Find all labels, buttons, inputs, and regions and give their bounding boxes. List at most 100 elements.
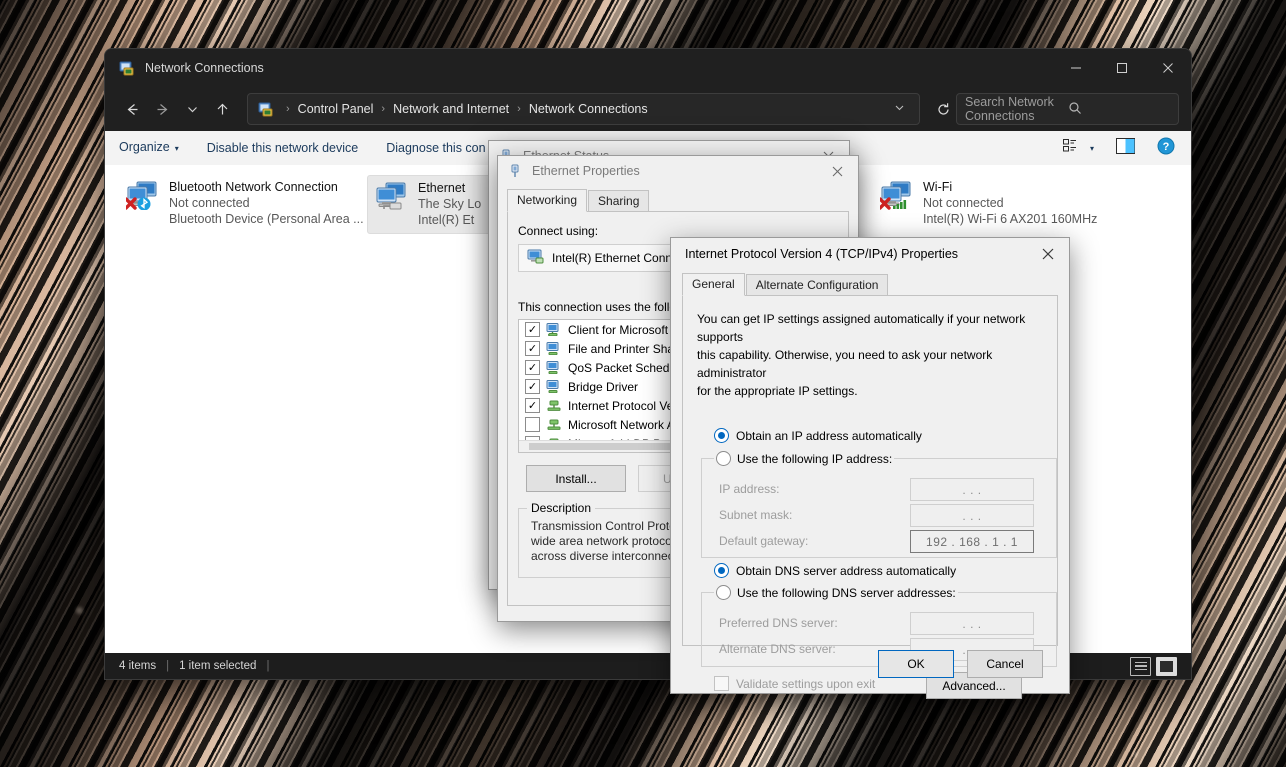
breadcrumb-chevron-down-icon[interactable] (886, 102, 913, 116)
connection-device: Intel(R) Wi-Fi 6 AX201 160MHz (923, 211, 1097, 227)
breadcrumb-item-network-connections[interactable]: Network Connections (527, 102, 650, 116)
subnet-mask-input[interactable]: . . . (910, 504, 1034, 527)
default-gateway-label: Default gateway: (719, 534, 808, 548)
ethernet-properties-title: Ethernet Properties (532, 164, 640, 178)
back-arrow-icon[interactable] (117, 94, 147, 124)
window-titlebar[interactable]: Network Connections (105, 49, 1191, 87)
close-icon[interactable] (816, 156, 858, 186)
connect-using-label: Connect using: (518, 224, 598, 238)
search-icon[interactable] (1068, 101, 1171, 118)
connection-status: Not connected (169, 195, 364, 211)
description-title: Description (527, 501, 595, 515)
network-computers-icon (880, 180, 914, 210)
network-computers-icon (375, 181, 409, 211)
refresh-icon[interactable] (930, 96, 956, 122)
radio-button[interactable] (714, 428, 729, 443)
ip-address-input[interactable]: . . . (910, 478, 1034, 501)
install-button[interactable]: Install... (526, 465, 626, 492)
radio-button[interactable] (716, 451, 731, 466)
cancel-button[interactable]: Cancel (967, 650, 1043, 678)
recent-locations-chevron-down-icon[interactable] (177, 94, 207, 124)
help-icon[interactable]: ? (1157, 137, 1175, 160)
checkbox[interactable]: ✓ (525, 341, 540, 356)
manual-ip-group: Use the following IP address: IP address… (701, 458, 1057, 558)
svg-text:?: ? (1163, 141, 1170, 153)
intro-line: for the appropriate IP settings. (697, 382, 1055, 400)
ethernet-properties-titlebar[interactable]: Ethernet Properties (498, 156, 858, 186)
tab-general[interactable]: General (682, 273, 745, 296)
details-view-icon[interactable] (1130, 657, 1151, 676)
maximize-icon[interactable] (1099, 49, 1145, 87)
disable-network-device-button[interactable]: Disable this network device (193, 131, 372, 165)
preferred-dns-input[interactable]: . . . (910, 612, 1034, 635)
ethernet-properties-tabs[interactable]: Networking Sharing (498, 190, 858, 211)
tab-sharing[interactable]: Sharing (588, 190, 649, 211)
network-computers-icon (126, 180, 160, 210)
view-layout-icon[interactable] (1063, 138, 1080, 158)
organize-label: Organize (119, 140, 170, 154)
wallpaper-speck (1133, 752, 1138, 757)
protocol-icon (546, 418, 562, 431)
default-gateway-input[interactable]: 192 . 168 . 1 . 1 (910, 530, 1034, 553)
checkbox[interactable]: ✓ (525, 379, 540, 394)
command-bar-right: ▾ ? (1063, 137, 1177, 160)
view-chevron-down-icon[interactable]: ▾ (1090, 144, 1094, 153)
checkbox[interactable]: ✓ (525, 398, 540, 413)
breadcrumb-item-network-and-internet[interactable]: Network and Internet (391, 102, 511, 116)
radio-button[interactable] (714, 563, 729, 578)
list-item-text: Wi-Fi Not connected Intel(R) Wi-Fi 6 AX2… (923, 180, 1097, 227)
close-icon[interactable] (1145, 49, 1191, 87)
service-icon (546, 361, 562, 374)
radio-button[interactable] (716, 585, 731, 600)
search-input[interactable]: Search Network Connections (956, 93, 1179, 125)
checkbox[interactable] (525, 417, 540, 432)
window-title: Network Connections (145, 61, 264, 75)
checkbox[interactable]: ✓ (525, 322, 540, 337)
diagnose-connection-button[interactable]: Diagnose this con (372, 131, 499, 165)
obtain-dns-automatically-label: Obtain DNS server address automatically (736, 564, 956, 578)
connection-name: Wi-Fi (923, 180, 1097, 195)
close-icon[interactable] (1027, 239, 1069, 269)
obtain-ip-automatically-label: Obtain an IP address automatically (736, 429, 922, 443)
breadcrumb[interactable]: › Control Panel › Network and Internet ›… (247, 93, 920, 125)
view-toggle-group[interactable] (1130, 657, 1177, 676)
tab-alternate-configuration[interactable]: Alternate Configuration (746, 274, 889, 295)
list-item-text: Bluetooth Network Connection Not connect… (169, 180, 364, 227)
breadcrumb-separator: › (280, 103, 296, 115)
up-arrow-icon[interactable] (207, 94, 237, 124)
obtain-ip-automatically-radio[interactable]: Obtain an IP address automatically (714, 428, 922, 443)
large-icons-view-icon[interactable] (1156, 657, 1177, 676)
use-following-ip-radio[interactable]: Use the following IP address: (714, 451, 894, 466)
tab-networking[interactable]: Networking (507, 189, 587, 212)
protocols-list-label: This connection uses the followin (518, 300, 694, 314)
ipv4-dialog-footer: OK Cancel (671, 635, 1069, 693)
ipv4-properties-dialog[interactable]: Internet Protocol Version 4 (TCP/IPv4) P… (670, 237, 1070, 694)
network-adapter-icon (527, 249, 544, 267)
search-placeholder: Search Network Connections (965, 95, 1068, 123)
intro-line: this capability. Otherwise, you need to … (697, 346, 1055, 382)
ethernet-icon (507, 163, 523, 179)
ok-button[interactable]: OK (878, 650, 954, 678)
organize-button[interactable]: Organize▾ (119, 130, 193, 166)
list-item[interactable]: Bluetooth Network Connection Not connect… (119, 175, 393, 232)
intro-line: You can get IP settings assigned automat… (697, 310, 1055, 346)
ipv4-tabs[interactable]: General Alternate Configuration (671, 274, 1069, 295)
list-item[interactable]: Wi-Fi Not connected Intel(R) Wi-Fi 6 AX2… (873, 175, 1167, 232)
ipv4-titlebar[interactable]: Internet Protocol Version 4 (TCP/IPv4) P… (671, 238, 1069, 270)
general-tab-panel: You can get IP settings assigned automat… (682, 295, 1058, 646)
status-separator: | (156, 660, 179, 672)
navigation-bar[interactable]: › Control Panel › Network and Internet ›… (105, 87, 1191, 131)
connection-name: Bluetooth Network Connection (169, 180, 364, 195)
obtain-dns-automatically-radio[interactable]: Obtain DNS server address automatically (714, 563, 956, 578)
forward-arrow-icon[interactable] (147, 94, 177, 124)
details-pane-icon[interactable] (1116, 138, 1135, 159)
checkbox[interactable]: ✓ (525, 360, 540, 375)
minimize-icon[interactable] (1053, 49, 1099, 87)
use-following-dns-label: Use the following DNS server addresses: (737, 586, 956, 600)
items-count: 4 items (119, 660, 156, 672)
use-following-dns-radio[interactable]: Use the following DNS server addresses: (714, 585, 958, 600)
connection-status: The Sky Lo (418, 196, 481, 212)
breadcrumb-item-control-panel[interactable]: Control Panel (296, 102, 376, 116)
connection-status: Not connected (923, 195, 1097, 211)
breadcrumb-separator: › (375, 103, 391, 115)
